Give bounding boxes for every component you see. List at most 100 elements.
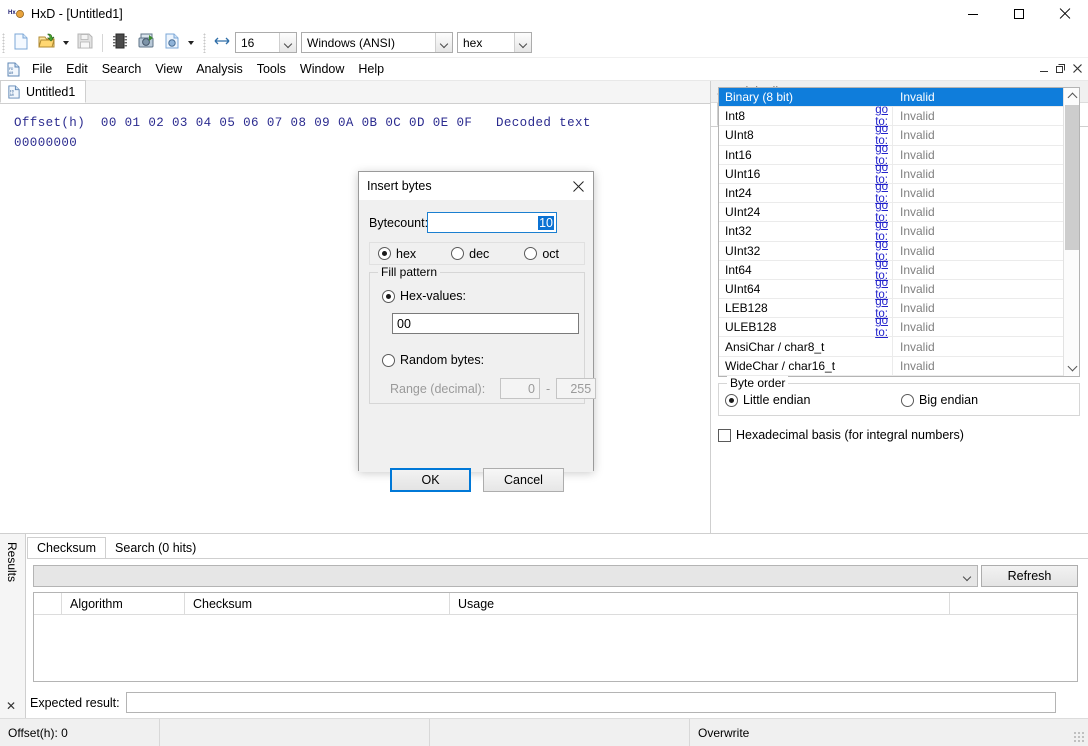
data-inspector-value: Invalid — [892, 88, 1063, 106]
window-titlebar: Hx HxD - [Untitled1] — [0, 0, 1088, 28]
scroll-up-icon[interactable] — [1064, 88, 1080, 104]
radio-random-bytes[interactable]: Random bytes: — [382, 353, 484, 367]
checksum-table-header: Algorithm Checksum Usage — [34, 593, 1077, 615]
new-file-button[interactable] — [8, 31, 34, 55]
radio-indicator — [382, 290, 395, 303]
range-min-input[interactable]: 0 — [500, 378, 540, 399]
bytecount-row: Bytecount: 10 — [369, 212, 557, 233]
scrollbar-thumb[interactable] — [1065, 105, 1079, 250]
dialog-close-button[interactable] — [563, 172, 593, 200]
open-disk-image-button[interactable] — [159, 31, 185, 55]
data-inspector-type-name: Binary (8 bit) — [719, 90, 862, 104]
chevron-down-icon[interactable] — [514, 33, 531, 52]
mdi-restore-button[interactable] — [1052, 60, 1069, 77]
chevron-down-icon[interactable] — [435, 33, 452, 52]
hex-column-header: Offset(h) 00 01 02 03 04 05 06 07 08 09 … — [14, 116, 591, 130]
data-inspector-rows: Binary (8 bit)InvalidInt8go to:InvalidUI… — [719, 88, 1063, 376]
radio-indicator — [382, 354, 395, 367]
data-inspector-scrollbar[interactable] — [1063, 88, 1079, 376]
radio-big-endian[interactable]: Big endian — [901, 393, 978, 407]
menu-file[interactable]: File — [25, 59, 59, 79]
radio-indicator — [725, 394, 738, 407]
menu-edit[interactable]: Edit — [59, 59, 95, 79]
menu-window[interactable]: Window — [293, 59, 351, 79]
mdi-close-button[interactable] — [1069, 60, 1086, 77]
chevron-down-icon — [63, 41, 69, 45]
open-file-dropdown[interactable] — [60, 31, 72, 55]
radio-indicator — [451, 247, 464, 260]
menu-help[interactable]: Help — [351, 59, 391, 79]
offset-base-combo[interactable]: hex — [457, 32, 532, 53]
results-rail: Results ✕ — [0, 534, 26, 719]
encoding-combo[interactable]: Windows (ANSI) — [301, 32, 453, 53]
window-close-button[interactable] — [1042, 0, 1088, 28]
document-tab-label: Untitled1 — [26, 85, 75, 99]
open-disk-image-dropdown[interactable] — [185, 31, 197, 55]
radio-dec[interactable]: dec — [451, 247, 489, 261]
byte-order-legend: Byte order — [727, 376, 788, 390]
go-to-link[interactable]: go to: — [862, 315, 892, 339]
status-field-3 — [430, 719, 690, 746]
radio-hex-values[interactable]: Hex-values: — [382, 289, 466, 303]
range-row: Range (decimal): 0 - 255 — [390, 378, 596, 399]
results-close-button[interactable]: ✕ — [6, 699, 16, 713]
fill-pattern-legend: Fill pattern — [378, 265, 440, 279]
mdi-minimize-button[interactable] — [1035, 60, 1052, 77]
random-bytes-label: Random bytes: — [400, 353, 484, 367]
open-disk-button[interactable] — [133, 31, 159, 55]
scroll-down-icon[interactable] — [1064, 360, 1080, 376]
radio-indicator — [524, 247, 537, 260]
radio-hex[interactable]: hex — [378, 247, 416, 261]
radio-indicator — [901, 394, 914, 407]
data-inspector-value: Invalid — [892, 280, 1063, 298]
dialog-body: Bytecount: 10 hex dec oct — [359, 200, 593, 472]
data-inspector-type-name: LEB128 — [719, 301, 862, 315]
chevron-down-icon[interactable] — [279, 33, 296, 52]
chevron-down-icon[interactable] — [958, 567, 976, 585]
range-max-input[interactable]: 255 — [556, 378, 596, 399]
document-tab-untitled1[interactable]: FD A0 Untitled1 — [0, 80, 86, 103]
data-inspector-row[interactable]: ULEB128go to:Invalid — [719, 318, 1063, 337]
resize-grip-icon[interactable] — [1073, 731, 1085, 743]
restore-icon — [1056, 64, 1065, 73]
svg-text:A0: A0 — [10, 94, 14, 98]
open-file-button[interactable] — [34, 31, 60, 55]
tab-checksum[interactable]: Checksum — [27, 537, 106, 559]
results-tabs: Checksum Search (0 hits) — [27, 537, 205, 559]
refresh-button[interactable]: Refresh — [981, 565, 1078, 587]
checksum-col-usage: Usage — [450, 593, 950, 615]
data-inspector-row[interactable]: WideChar / char16_tInvalid — [719, 357, 1063, 376]
menu-view[interactable]: View — [148, 59, 189, 79]
data-inspector-value: Invalid — [892, 299, 1063, 317]
bytecount-input[interactable]: 10 — [427, 212, 557, 233]
close-icon — [1059, 8, 1071, 20]
checksum-col-checksum: Checksum — [185, 593, 450, 615]
bytes-per-row-button[interactable] — [209, 31, 235, 55]
ok-button[interactable]: OK — [390, 468, 471, 492]
data-inspector-type-name: UInt32 — [719, 244, 862, 258]
hex-values-input[interactable]: 00 — [392, 313, 579, 334]
checksum-results-table: Algorithm Checksum Usage — [33, 592, 1078, 682]
bytes-per-row-combo[interactable]: 16 — [235, 32, 297, 53]
hex-editor-view[interactable]: Offset(h) 00 01 02 03 04 05 06 07 08 09 … — [0, 104, 710, 533]
window-minimize-button[interactable] — [950, 0, 996, 28]
document-icon: FD A0 — [7, 85, 21, 99]
hexadecimal-basis-checkbox[interactable]: Hexadecimal basis (for integral numbers) — [718, 428, 964, 442]
save-file-button[interactable] — [72, 31, 98, 55]
fill-pattern-group: Fill pattern Hex-values: 00 Random bytes… — [369, 272, 585, 404]
window-title: HxD - [Untitled1] — [31, 7, 123, 21]
expected-result-input[interactable] — [126, 692, 1056, 713]
menu-analysis[interactable]: Analysis — [189, 59, 250, 79]
insert-bytes-dialog: Insert bytes Bytecount: 10 hex dec — [358, 171, 594, 471]
radio-little-endian[interactable]: Little endian — [725, 393, 810, 407]
menu-tools[interactable]: Tools — [250, 59, 293, 79]
tab-search[interactable]: Search (0 hits) — [106, 537, 205, 559]
window-maximize-button[interactable] — [996, 0, 1042, 28]
radio-oct[interactable]: oct — [524, 247, 559, 261]
open-ram-button[interactable] — [107, 31, 133, 55]
minimize-icon — [1040, 71, 1048, 72]
checksum-algorithm-select[interactable] — [33, 565, 978, 587]
data-inspector-row[interactable]: AnsiChar / char8_tInvalid — [719, 337, 1063, 356]
cancel-button[interactable]: Cancel — [483, 468, 564, 492]
menu-search[interactable]: Search — [95, 59, 149, 79]
